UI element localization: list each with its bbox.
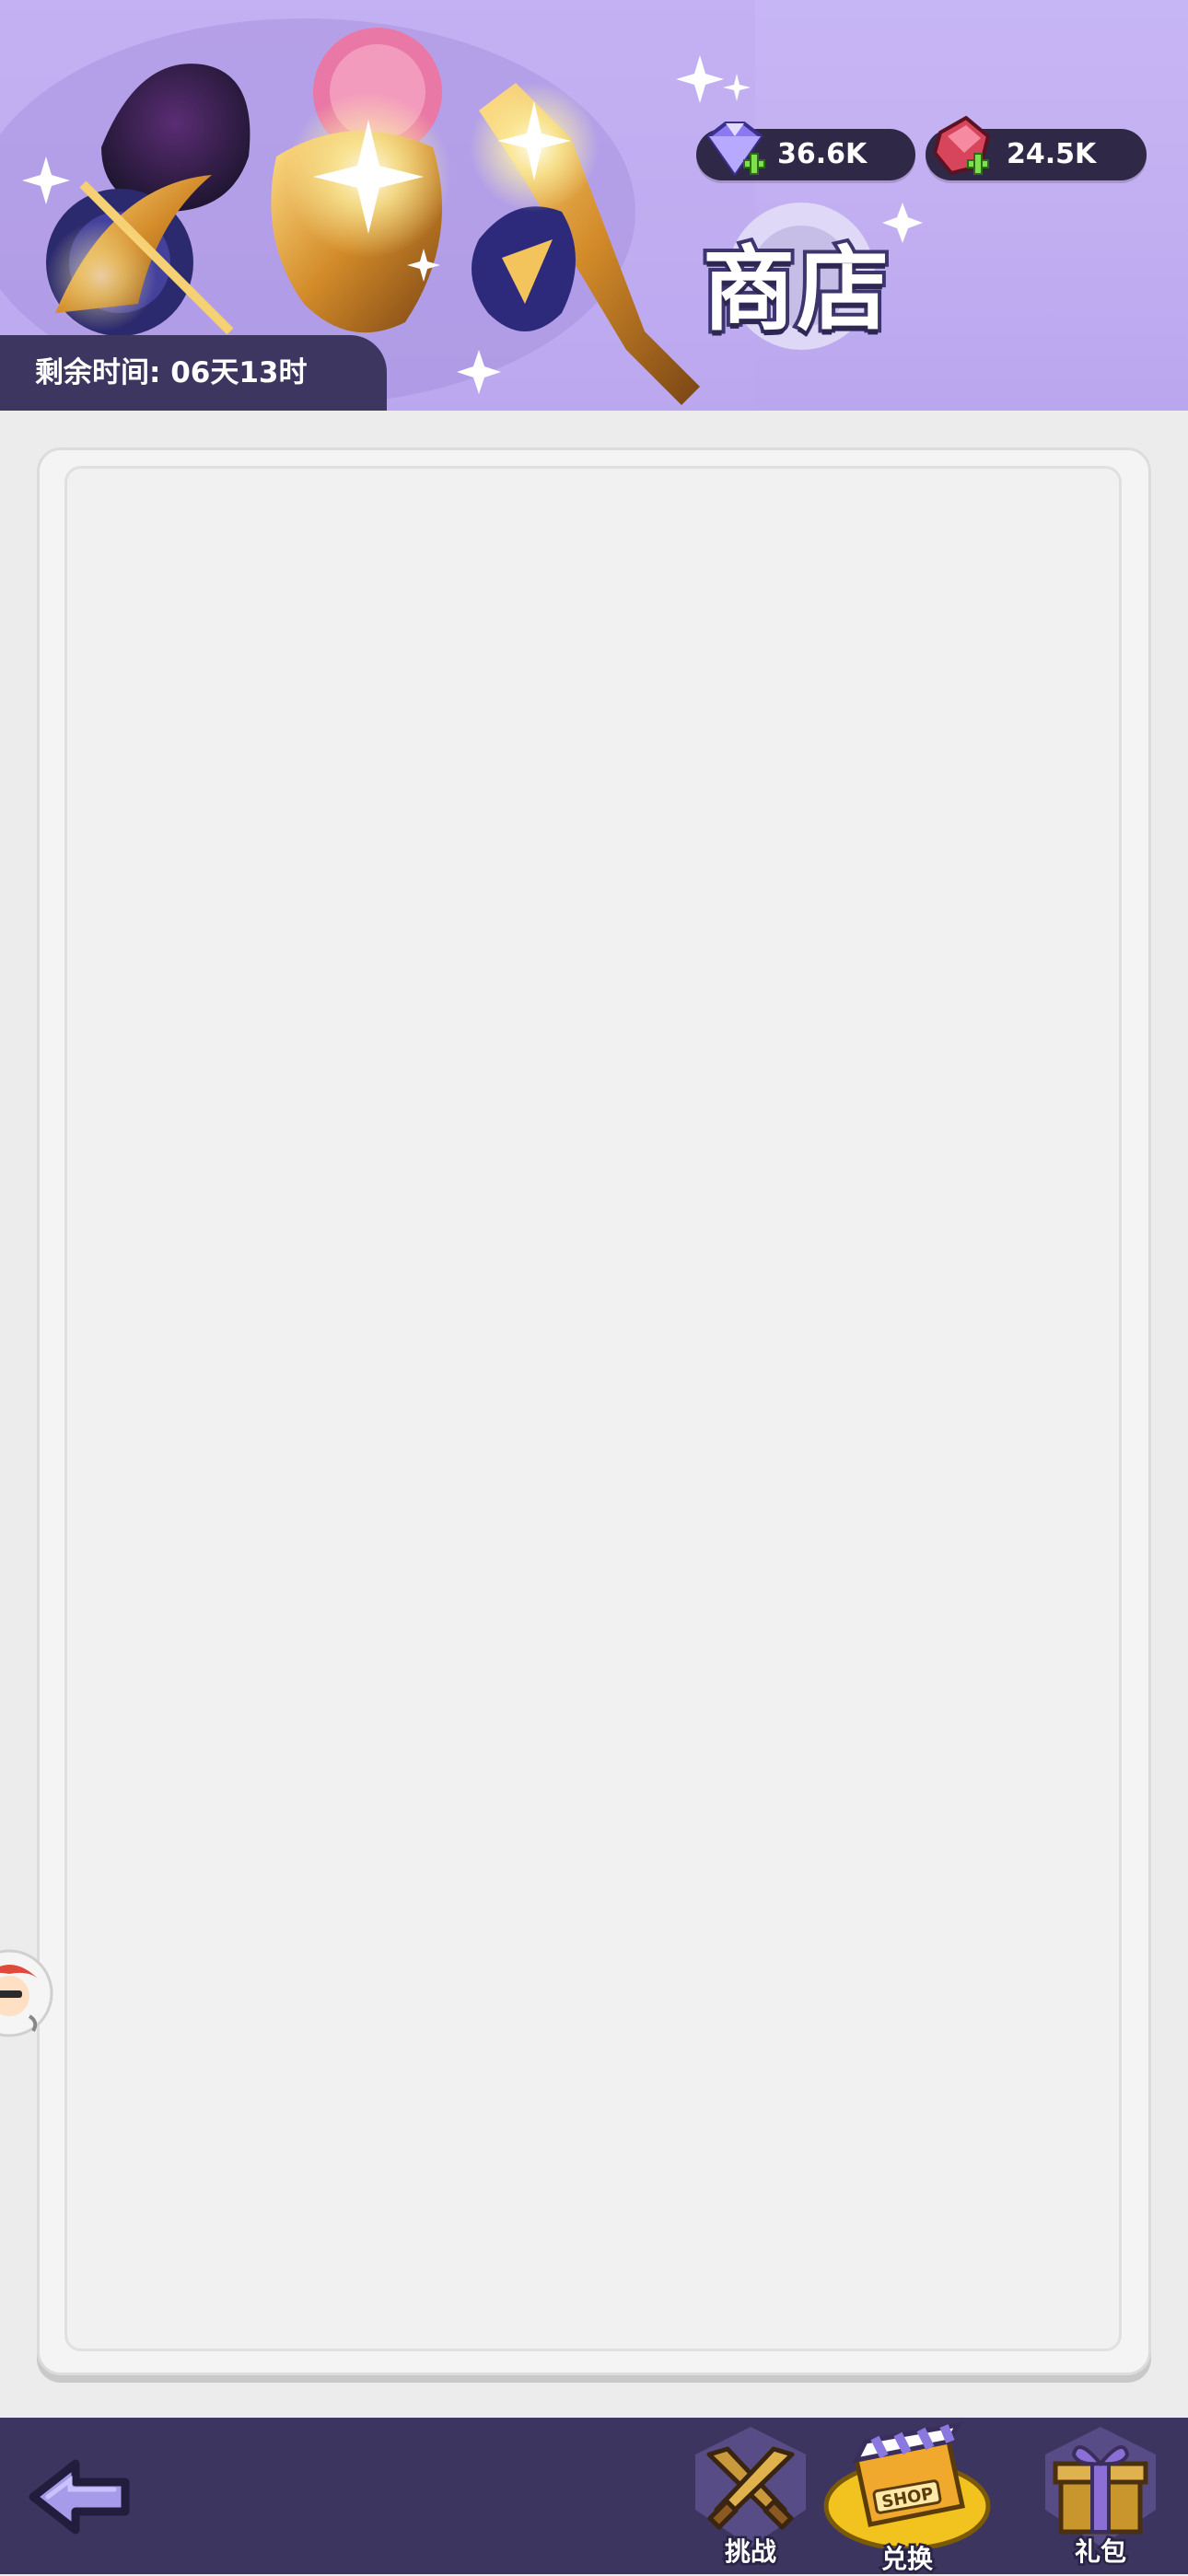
bottom-navigation: 挑战 SHOP 兑换 礼包: [0, 2418, 1188, 2576]
ruby-balance[interactable]: 24.5K: [926, 115, 1147, 180]
tab-gift-pack[interactable]: 礼包: [1022, 2418, 1179, 2574]
back-arrow-icon: [29, 2459, 130, 2535]
back-button[interactable]: [22, 2451, 142, 2543]
shop-item-list[interactable]: [64, 466, 1122, 2351]
tab-exchange-label: 兑换: [879, 2542, 935, 2576]
character-avatar-icon[interactable]: [0, 1943, 53, 2044]
remaining-time: 剩余时间: 06天13时: [0, 335, 387, 411]
gem-amount: 36.6K: [777, 138, 868, 170]
tab-challenge-label: 挑战: [722, 2535, 778, 2570]
tab-gift-pack-label: 礼包: [1072, 2535, 1128, 2570]
shop-banner: 36.6K 24.5K 商店 剩余时间: 06天13时: [0, 0, 1188, 411]
page-title: 商店: [699, 232, 892, 347]
tab-exchange[interactable]: SHOP 兑换: [823, 2418, 991, 2576]
gem-balance[interactable]: 36.6K: [696, 122, 915, 180]
tab-challenge[interactable]: 挑战: [672, 2418, 829, 2574]
shop-stall-icon: SHOP: [823, 2421, 991, 2551]
ruby-amount: 24.5K: [1007, 138, 1097, 170]
ruby-icon: [932, 115, 991, 176]
gem-icon: [706, 122, 765, 177]
